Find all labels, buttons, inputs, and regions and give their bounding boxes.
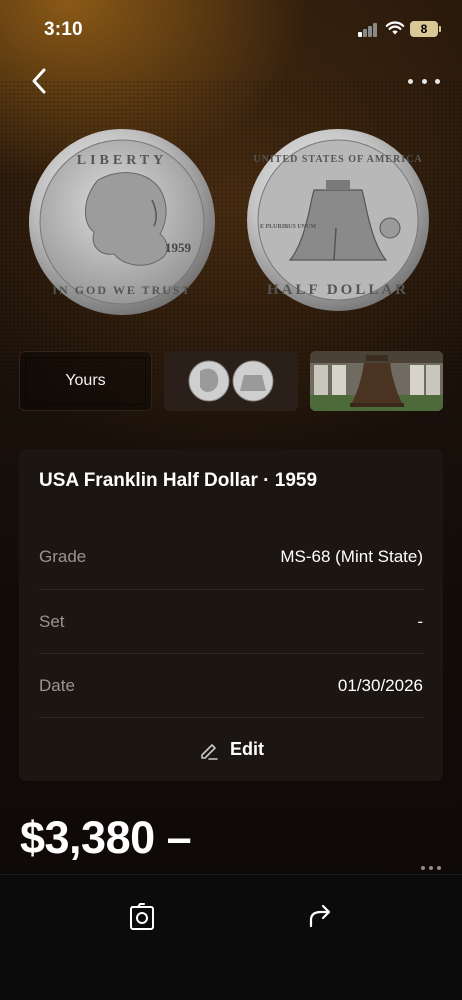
thumbnail-coin-pair[interactable] xyxy=(164,351,298,411)
cellular-signal-icon xyxy=(358,23,378,37)
detail-row-set: Set - xyxy=(39,589,423,653)
photo-frame-icon[interactable] xyxy=(128,901,156,931)
coin-back-bottom-text: HALF DOLLAR xyxy=(267,282,409,298)
coin-back-motto: E PLURIBUS UNUM xyxy=(260,224,316,230)
battery-icon: 8 xyxy=(410,21,441,37)
price-more-button[interactable] xyxy=(421,866,441,872)
share-arrow-icon[interactable] xyxy=(306,902,334,930)
coin-back-top-text: UNITED STATES OF AMERICA xyxy=(253,154,422,165)
set-value: - xyxy=(417,611,423,631)
detail-row-date: Date 01/30/2026 xyxy=(39,653,423,717)
edit-button[interactable]: Edit xyxy=(39,717,423,781)
grade-label: Grade xyxy=(39,547,87,566)
chevron-left-icon[interactable] xyxy=(24,64,54,98)
wifi-icon xyxy=(385,21,405,35)
coin-reverse-image[interactable]: UNITED STATES OF AMERICA E PLURIBUS UNUM… xyxy=(246,128,430,312)
thumbnail-yours-label: Yours xyxy=(65,372,106,389)
set-label: Set xyxy=(39,611,65,631)
status-bar: 3:10 8 xyxy=(0,0,462,58)
edit-label: Edit xyxy=(230,739,264,759)
bottom-toolbar xyxy=(0,874,462,1000)
pencil-icon xyxy=(201,743,218,760)
date-value: 01/30/2026 xyxy=(337,675,423,695)
coin-front-year: 1959 xyxy=(165,240,192,255)
status-time: 3:10 xyxy=(44,19,83,40)
ellipsis-icon xyxy=(421,866,425,870)
thumbnail-liberty-bell-photo[interactable] xyxy=(310,351,443,411)
coin-title: USA Franklin Half Dollar · 1959 xyxy=(39,470,318,491)
date-label: Date xyxy=(39,675,75,695)
ellipsis-icon xyxy=(408,78,413,84)
coin-obverse-image[interactable]: LIBERTY 1959 IN GOD WE TRUST xyxy=(28,128,216,316)
coin-front-top-text: LIBERTY xyxy=(77,153,168,168)
coin-front-bottom-text: IN GOD WE TRUST xyxy=(52,283,191,297)
grade-value: MS-68 (Mint State) xyxy=(280,547,423,566)
detail-row-grade: Grade MS-68 (Mint State) xyxy=(39,525,423,589)
price-value: $3,380 – xyxy=(20,812,192,863)
coin-details-card: USA Franklin Half Dollar · 1959 Grade MS… xyxy=(19,449,443,781)
more-options-button[interactable] xyxy=(408,70,440,92)
thumbnail-yours[interactable]: Yours xyxy=(19,351,152,411)
